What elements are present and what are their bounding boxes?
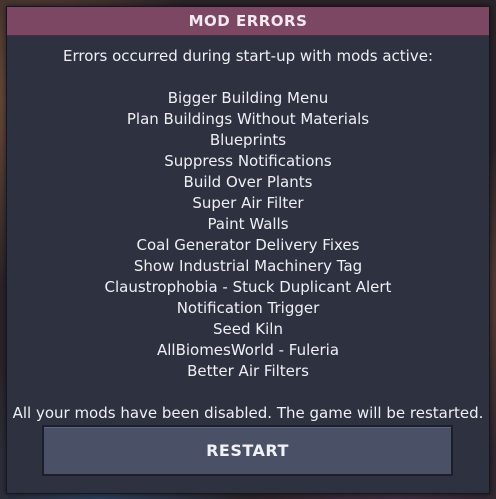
mod-list-item: AllBiomesWorld - Fuleria [156,341,340,359]
mod-list-item: Super Air Filter [192,194,304,212]
mod-list-item: Notification Trigger [176,299,320,317]
mod-list-item: Paint Walls [207,215,289,233]
mod-list-item: Seed Kiln [213,320,283,338]
error-header-text: Errors occurred during start-up with mod… [62,47,434,65]
dialog-title: MOD ERRORS [188,12,308,30]
mod-list-item: Show Industrial Machinery Tag [133,257,363,275]
restart-button[interactable]: RESTART [42,425,453,476]
mod-list-item: Coal Generator Delivery Fixes [136,236,360,254]
mod-list-item: Plan Buildings Without Materials [126,110,370,128]
mod-list-item: Suppress Notifications [164,152,332,170]
dialog-title-bar: MOD ERRORS [7,7,489,36]
mod-list: Bigger Building Menu Plan Buildings With… [7,88,489,382]
mod-list-item: Bigger Building Menu [167,89,329,107]
mod-list-item: Claustrophobia - Stuck Duplicant Alert [104,278,392,296]
mod-list-item: Blueprints [209,131,287,149]
mod-list-item: Better Air Filters [187,362,309,380]
restart-button-label: RESTART [206,441,289,460]
mod-errors-dialog: MOD ERRORS Errors occurred during start-… [6,6,490,494]
disabled-notice-text: All your mods have been disabled. The ga… [12,404,484,422]
mod-list-item: Build Over Plants [183,173,313,191]
